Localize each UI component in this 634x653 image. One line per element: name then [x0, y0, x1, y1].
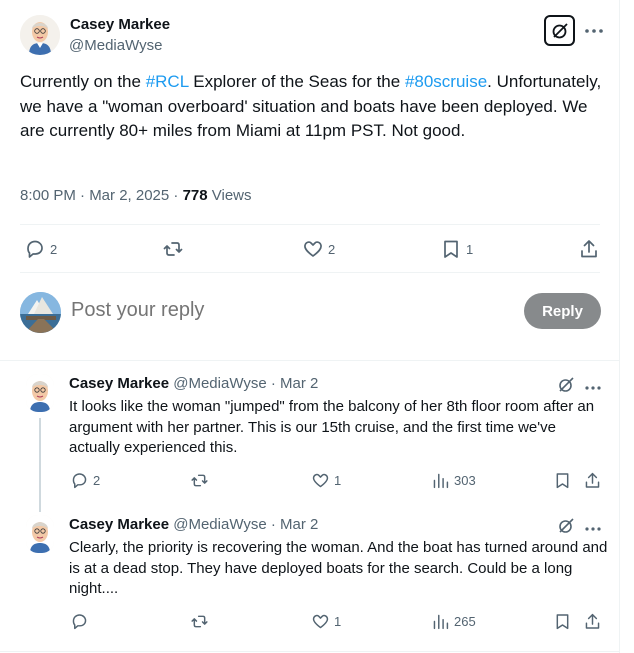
reply-meta: @MediaWyse · Mar 2 [169, 375, 319, 392]
repost-icon [191, 474, 208, 487]
like-icon [312, 614, 329, 629]
more-icon[interactable] [583, 24, 605, 36]
like-button[interactable]: 1 [311, 471, 341, 490]
reply-icon [72, 473, 87, 489]
like-button[interactable]: 1 [311, 612, 341, 631]
views-count: 778 [182, 187, 208, 204]
like-count: 2 [328, 241, 336, 257]
reply-header: Casey Markee @MediaWyse · Mar 2 [69, 516, 318, 533]
repost-icon [163, 242, 183, 256]
hashtag-link[interactable]: #RCL [146, 72, 189, 91]
grok-icon[interactable] [557, 376, 575, 394]
thread-line [39, 418, 41, 512]
bookmark-icon [444, 240, 458, 258]
views-label: Views [207, 187, 252, 204]
tweet-text: Currently on the #RCL Explorer of the Se… [20, 70, 610, 144]
reply-text: Clearly, the priority is recovering the … [69, 539, 608, 597]
views-button[interactable]: 303 [431, 471, 476, 490]
tweet-text-part: Currently on the [20, 72, 146, 91]
bookmark-icon [556, 473, 569, 489]
reply-author-avatar[interactable] [26, 374, 54, 412]
reply-icon [27, 240, 43, 258]
hashtag-link[interactable]: #80scruise [405, 72, 487, 91]
share-button[interactable] [578, 238, 600, 260]
reply-count: 2 [93, 473, 101, 488]
bookmark-button[interactable]: 1 [440, 238, 473, 260]
grok-icon[interactable] [557, 517, 575, 535]
share-icon [581, 240, 597, 258]
like-icon [304, 241, 322, 257]
bookmark-count: 1 [466, 241, 474, 257]
divider [0, 360, 620, 361]
like-icon [312, 473, 329, 488]
reply-button[interactable] [70, 612, 93, 631]
grok-icon[interactable] [544, 15, 575, 46]
share-button[interactable] [583, 471, 602, 490]
like-button[interactable]: 2 [302, 238, 335, 260]
views-icon [433, 473, 449, 489]
reply-author-name[interactable]: Casey Markee [69, 375, 169, 392]
reply-submit-button[interactable]: Reply [524, 293, 601, 329]
reply-button[interactable]: 2 [24, 238, 57, 260]
user-avatar[interactable] [20, 292, 61, 333]
reply-author-name[interactable]: Casey Markee [69, 516, 169, 533]
bookmark-icon [556, 614, 569, 630]
reply-header: Casey Markee @MediaWyse · Mar 2 [69, 375, 318, 392]
repost-button[interactable] [190, 612, 213, 631]
repost-button[interactable] [162, 238, 188, 260]
views-count: 303 [454, 473, 476, 488]
share-icon [585, 613, 600, 629]
more-icon[interactable] [584, 521, 602, 531]
bottom-border [0, 651, 620, 652]
reply-meta: @MediaWyse · Mar 2 [169, 516, 319, 533]
repost-icon [191, 615, 208, 628]
reply-author-avatar[interactable] [26, 515, 54, 553]
right-border [619, 0, 620, 653]
author-avatar[interactable] [20, 15, 60, 55]
repost-button[interactable] [190, 471, 213, 490]
like-count: 1 [334, 614, 342, 629]
views-button[interactable]: 265 [431, 612, 476, 631]
reply-input[interactable] [71, 299, 491, 322]
tweet-text-part: Explorer of the Seas for the [188, 72, 405, 91]
reply-text: It looks like the woman "jumped" from th… [69, 398, 595, 456]
views-icon [433, 614, 449, 630]
divider [20, 272, 600, 273]
tweet-meta: 8:00 PM · Mar 2, 2025 · 778 Views [20, 187, 252, 204]
author-handle[interactable]: @MediaWyse [69, 37, 162, 54]
bookmark-button[interactable] [553, 471, 572, 490]
timestamp[interactable]: 8:00 PM · Mar 2, 2025 · [20, 187, 183, 204]
bookmark-button[interactable] [553, 612, 572, 631]
share-button[interactable] [583, 612, 602, 631]
reply-count: 2 [50, 241, 58, 257]
reply-button[interactable]: 2 [70, 471, 100, 490]
more-icon[interactable] [584, 380, 602, 390]
share-icon [585, 472, 600, 488]
divider [20, 224, 600, 225]
author-name[interactable]: Casey Markee [70, 16, 170, 33]
reply-icon [72, 614, 87, 630]
views-count: 265 [454, 614, 476, 629]
like-count: 1 [334, 473, 342, 488]
